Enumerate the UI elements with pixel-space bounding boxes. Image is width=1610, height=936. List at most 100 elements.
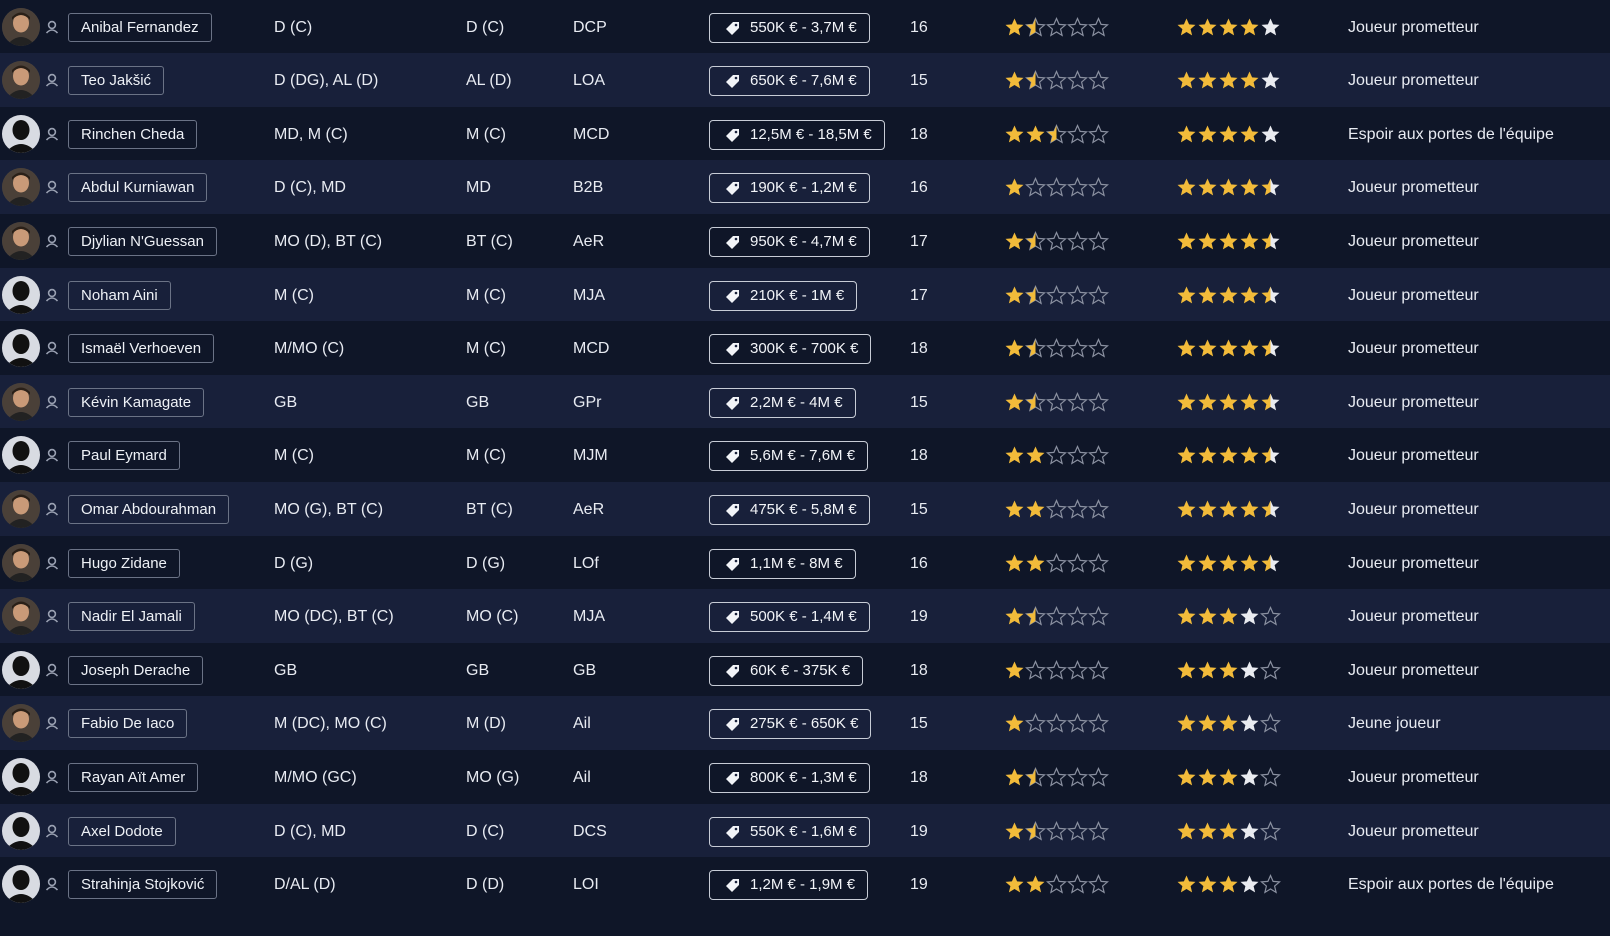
player-name-button[interactable]: Axel Dodote: [68, 816, 176, 846]
player-name-button[interactable]: Noham Aini: [68, 280, 171, 310]
person-icon[interactable]: [44, 876, 60, 892]
transfer-value-badge[interactable]: 950K € - 4,7M €: [709, 226, 870, 257]
transfer-value-badge[interactable]: 190K € - 1,2M €: [709, 173, 870, 204]
table-row[interactable]: Axel Dodote D (C), MD D (C) DCS 550K € -…: [0, 803, 1610, 859]
transfer-value-badge[interactable]: 5,6M € - 7,6M €: [709, 441, 869, 472]
table-row[interactable]: Rayan Aït Amer M/MO (GC) MO (G) Ail 800K…: [0, 749, 1610, 805]
person-icon[interactable]: [44, 233, 60, 249]
player-avatar-icon[interactable]: [2, 61, 40, 100]
table-row[interactable]: Fabio De Iaco M (DC), MO (C) M (D) Ail 2…: [0, 696, 1610, 752]
person-icon[interactable]: [44, 340, 60, 356]
player-avatar-icon[interactable]: [2, 543, 40, 582]
potential-ability-stars: [1176, 285, 1281, 306]
star-icon: [1260, 499, 1281, 520]
player-avatar-icon[interactable]: [2, 597, 40, 636]
player-name-button[interactable]: Fabio De Iaco: [68, 709, 188, 739]
player-name-button[interactable]: Djylian N'Guessan: [68, 226, 217, 256]
silhouette-avatar-icon[interactable]: [2, 436, 40, 475]
player-name-button[interactable]: Rinchen Cheda: [68, 119, 198, 149]
table-row[interactable]: Anibal Fernandez D (C) D (C) DCP 550K € …: [0, 0, 1610, 55]
person-icon[interactable]: [44, 608, 60, 624]
person-icon[interactable]: [44, 555, 60, 571]
person-icon[interactable]: [44, 769, 60, 785]
age-cell: 19: [910, 876, 928, 894]
player-name-button[interactable]: Anibal Fernandez: [68, 12, 212, 42]
transfer-value-badge[interactable]: 300K € - 700K €: [709, 334, 872, 365]
price-tag-icon: [724, 288, 741, 305]
player-avatar-icon[interactable]: [2, 7, 40, 46]
table-row[interactable]: Paul Eymard M (C) M (C) MJM 5,6M € - 7,6…: [0, 428, 1610, 484]
transfer-value-badge[interactable]: 1,1M € - 8M €: [709, 548, 856, 579]
person-icon[interactable]: [44, 447, 60, 463]
table-row[interactable]: Kévin Kamagate GB GB GPr 2,2M € - 4M € 1…: [0, 374, 1610, 430]
person-icon[interactable]: [44, 72, 60, 88]
star-icon: [1218, 606, 1239, 627]
star-icon: [1046, 874, 1067, 895]
player-name-button[interactable]: Hugo Zidane: [68, 548, 180, 578]
silhouette-avatar-icon[interactable]: [2, 329, 40, 368]
person-icon[interactable]: [44, 287, 60, 303]
transfer-value-badge[interactable]: 475K € - 5,8M €: [709, 494, 870, 525]
player-name-button[interactable]: Teo Jakšić: [68, 66, 165, 96]
potential-ability-stars: [1176, 874, 1281, 895]
transfer-value-badge[interactable]: 550K € - 3,7M €: [709, 12, 870, 43]
table-row[interactable]: Teo Jakšić D (DG), AL (D) AL (D) LOA 650…: [0, 53, 1610, 109]
player-name-button[interactable]: Strahinja Stojković: [68, 870, 218, 900]
player-avatar-icon[interactable]: [2, 489, 40, 528]
player-avatar-icon[interactable]: [2, 382, 40, 421]
transfer-value-badge[interactable]: 650K € - 7,6M €: [709, 66, 870, 97]
star-icon: [1218, 821, 1239, 842]
transfer-value-badge[interactable]: 275K € - 650K €: [709, 709, 872, 740]
person-icon[interactable]: [44, 179, 60, 195]
person-icon[interactable]: [44, 126, 60, 142]
person-icon[interactable]: [44, 394, 60, 410]
table-row[interactable]: Rinchen Cheda MD, M (C) M (C) MCD 12,5M …: [0, 106, 1610, 162]
transfer-value-badge[interactable]: 1,2M € - 1,9M €: [709, 870, 869, 901]
silhouette-avatar-icon[interactable]: [2, 114, 40, 153]
person-icon[interactable]: [44, 823, 60, 839]
status-cell: Joueur prometteur: [1348, 340, 1479, 358]
transfer-value-badge[interactable]: 60K € - 375K €: [709, 655, 864, 686]
transfer-value-badge[interactable]: 550K € - 1,6M €: [709, 816, 870, 847]
table-row[interactable]: Ismaël Verhoeven M/MO (C) M (C) MCD 300K…: [0, 321, 1610, 377]
star-icon: [1046, 391, 1067, 413]
transfer-value-badge[interactable]: 800K € - 1,3M €: [709, 762, 870, 793]
person-icon[interactable]: [44, 662, 60, 678]
table-row[interactable]: Omar Abdourahman MO (G), BT (C) BT (C) A…: [0, 481, 1610, 537]
table-row[interactable]: Strahinja Stojković D/AL (D) D (D) LOI 1…: [0, 857, 1610, 913]
transfer-value-badge[interactable]: 2,2M € - 4M €: [709, 387, 856, 418]
player-avatar-icon[interactable]: [2, 168, 40, 207]
person-icon[interactable]: [44, 19, 60, 35]
player-avatar-icon[interactable]: [2, 704, 40, 743]
player-avatar-icon[interactable]: [2, 221, 40, 260]
player-name-button[interactable]: Abdul Kurniawan: [68, 173, 208, 203]
positions-cell: M (C): [274, 286, 314, 304]
table-row[interactable]: Nadir El Jamali MO (DC), BT (C) MO (C) M…: [0, 589, 1610, 645]
silhouette-avatar-icon[interactable]: [2, 275, 40, 314]
silhouette-avatar-icon[interactable]: [2, 757, 40, 796]
silhouette-avatar-icon[interactable]: [2, 811, 40, 850]
star-icon: [1004, 499, 1025, 520]
player-name-button[interactable]: Joseph Derache: [68, 655, 204, 685]
table-row[interactable]: Hugo Zidane D (G) D (G) LOf 1,1M € - 8M …: [0, 535, 1610, 591]
star-icon: [1004, 70, 1025, 91]
table-row[interactable]: Joseph Derache GB GB GB 60K € - 375K € 1…: [0, 642, 1610, 698]
table-row[interactable]: Noham Aini M (C) M (C) MJA 210K € - 1M €…: [0, 267, 1610, 323]
table-row[interactable]: Djylian N'Guessan MO (D), BT (C) BT (C) …: [0, 213, 1610, 269]
player-name-button[interactable]: Kévin Kamagate: [68, 387, 205, 417]
player-name-button[interactable]: Nadir El Jamali: [68, 602, 195, 632]
player-name-button[interactable]: Paul Eymard: [68, 441, 180, 471]
player-name-button[interactable]: Omar Abdourahman: [68, 494, 230, 524]
person-icon[interactable]: [44, 501, 60, 517]
potential-ability-stars: [1176, 766, 1281, 788]
player-name-button[interactable]: Ismaël Verhoeven: [68, 334, 215, 364]
silhouette-avatar-icon[interactable]: [2, 650, 40, 689]
player-name-button[interactable]: Rayan Aït Amer: [68, 762, 199, 792]
star-icon: [1239, 660, 1260, 681]
person-icon[interactable]: [44, 715, 60, 731]
table-row[interactable]: Abdul Kurniawan D (C), MD MD B2B 190K € …: [0, 160, 1610, 216]
transfer-value-badge[interactable]: 500K € - 1,4M €: [709, 602, 870, 633]
transfer-value-badge[interactable]: 210K € - 1M €: [709, 280, 858, 311]
transfer-value-badge[interactable]: 12,5M € - 18,5M €: [709, 119, 885, 150]
silhouette-avatar-icon[interactable]: [2, 865, 40, 904]
